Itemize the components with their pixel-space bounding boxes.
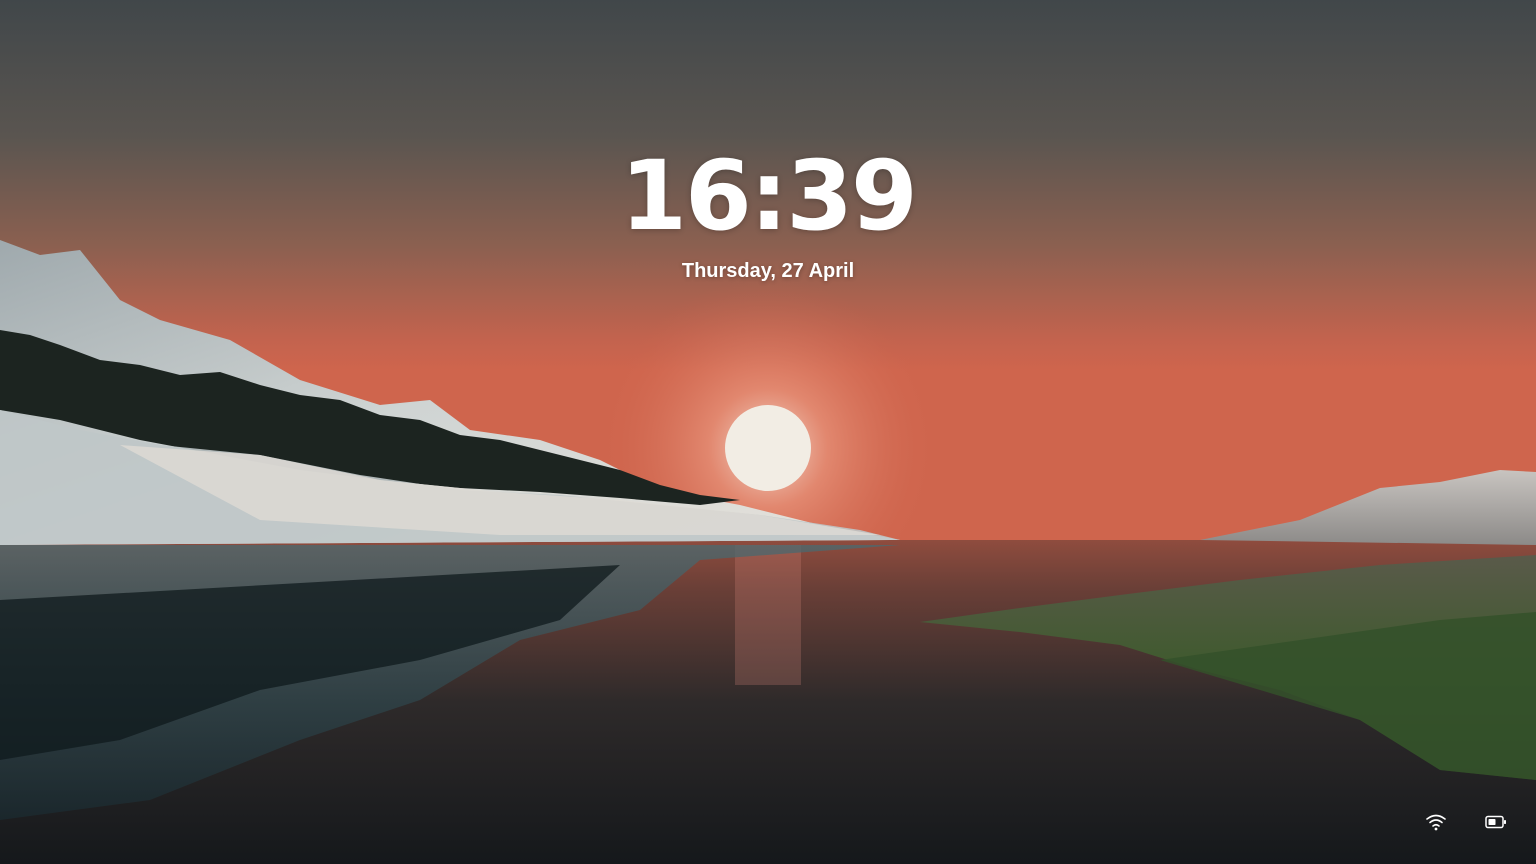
wallpaper-image <box>0 0 1536 864</box>
lock-screen[interactable]: 16:39 Thursday, 27 April <box>0 0 1536 864</box>
battery-icon[interactable] <box>1484 810 1508 834</box>
lock-date: Thursday, 27 April <box>681 260 855 282</box>
wifi-icon[interactable] <box>1424 810 1448 834</box>
status-tray <box>1424 810 1508 834</box>
lock-clock-time: 16:39 <box>620 140 918 252</box>
